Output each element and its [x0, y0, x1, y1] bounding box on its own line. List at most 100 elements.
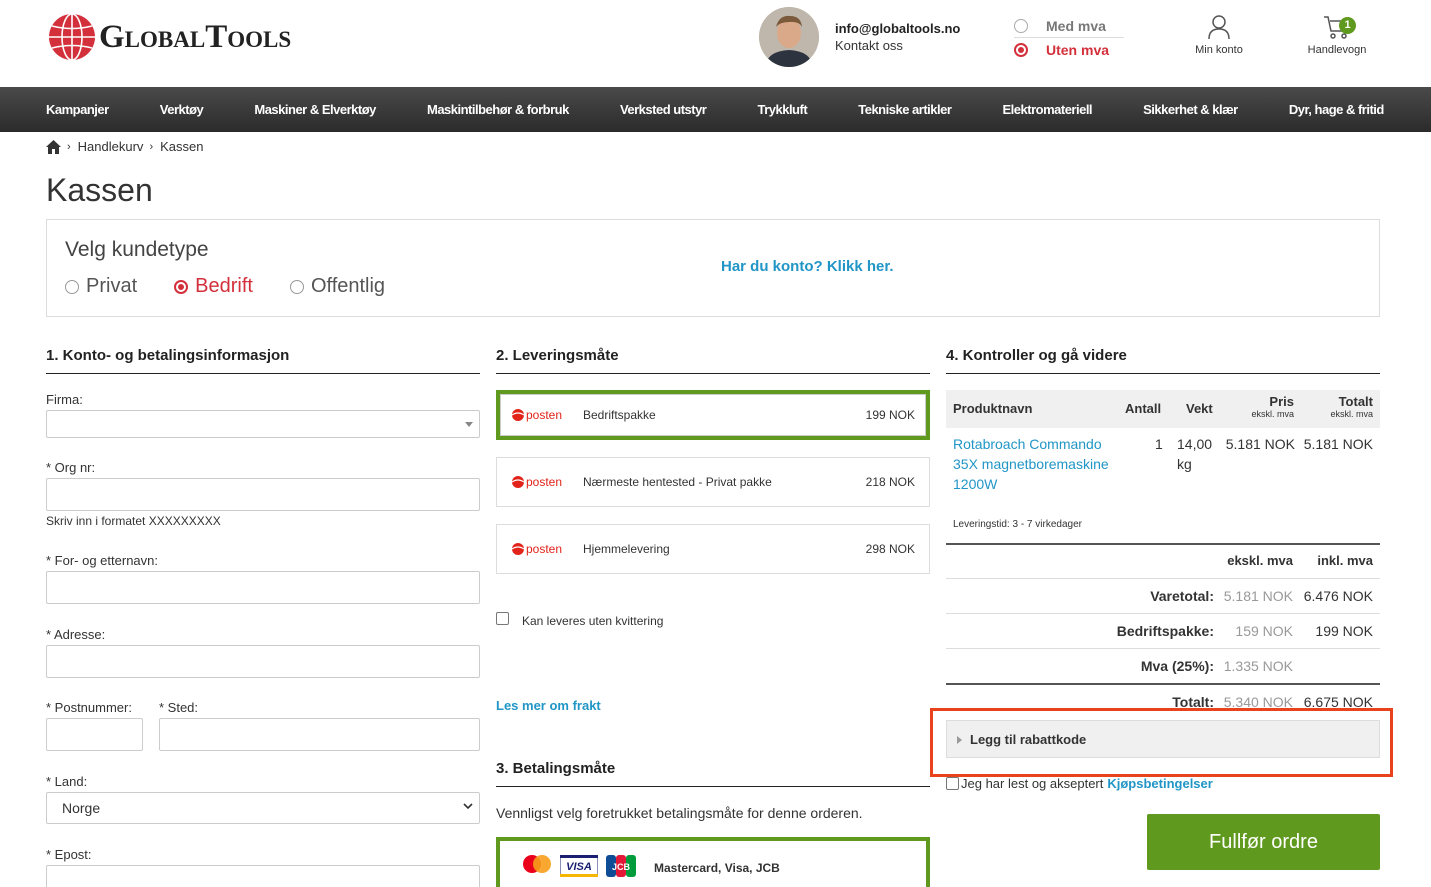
product-weight: 14,00 kg: [1177, 436, 1213, 472]
chevron-down-icon: [463, 803, 473, 810]
postnr-label: * Postnummer:: [46, 700, 132, 715]
chevron-right-icon: ›: [149, 140, 154, 153]
globaltools-logo[interactable]: GlobalTools: [47, 12, 291, 62]
product-qty: 1: [1155, 436, 1163, 452]
page-title: Kassen: [46, 172, 153, 208]
address-label: * Adresse:: [46, 627, 106, 642]
contact-info[interactable]: info@globaltools.no Kontakt oss: [835, 20, 960, 54]
logo-text: GlobalTools: [99, 18, 292, 55]
main-nav: Kampanjer Verktøy Maskiner & Elverktøy M…: [0, 87, 1431, 132]
nav-item-trykkluft[interactable]: Trykkluft: [757, 102, 807, 117]
posten-logo: posten: [511, 541, 565, 557]
globe-icon: [49, 13, 95, 61]
sted-input[interactable]: [159, 718, 480, 751]
customer-type-bedrift[interactable]: Bedrift: [174, 275, 253, 298]
contact-email[interactable]: info@globaltools.no: [835, 20, 960, 37]
firma-label: Firma:: [46, 392, 83, 407]
product-price: 5.181 NOK: [1225, 436, 1295, 452]
delivery-time: Leveringstid: 3 - 7 virkedager: [953, 519, 1082, 530]
payment-description: Vennligst velg foretrukket betalingsmåte…: [496, 805, 863, 821]
nav-item-dyr[interactable]: Dyr, hage & fritid: [1289, 102, 1385, 117]
nav-item-maskiner[interactable]: Maskiner & Elverktøy: [254, 102, 376, 117]
radio-icon[interactable]: [65, 279, 79, 294]
payment-option-cards[interactable]: VISA JCB Mastercard, Visa, JCB: [496, 837, 930, 887]
mastercard-icon: [523, 855, 551, 873]
no-receipt-label[interactable]: Kan leveres uten kvittering: [522, 614, 663, 628]
land-select[interactable]: Norge: [46, 792, 480, 824]
section-2-title: 2. Leveringsmåte: [496, 347, 930, 374]
order-table-header: Produktnavn Antall Vekt Pris ekskl. mva …: [946, 390, 1380, 428]
customer-type-options: Privat Bedrift Offentlig: [65, 275, 422, 298]
divider: [946, 683, 1380, 685]
highlight-box: [930, 708, 1393, 777]
shipping-option-hjemmelevering[interactable]: posten Hjemmelevering 298 NOK: [496, 524, 930, 574]
breadcrumb: › Handlekurv › Kassen: [46, 139, 203, 154]
section-3-title: 3. Betalingsmåte: [496, 760, 930, 787]
home-icon[interactable]: [46, 139, 61, 154]
section-4-title: 4. Kontroller og gå videre: [946, 347, 1380, 374]
svg-text:VISA: VISA: [566, 861, 592, 873]
orgnr-hint: Skriv inn i formatet XXXXXXXXX: [46, 514, 221, 528]
divider: [946, 648, 1380, 649]
radio-icon[interactable]: [289, 279, 304, 294]
visa-icon: VISA: [560, 855, 598, 877]
contact-link[interactable]: Kontakt oss: [835, 37, 960, 54]
radio-icon[interactable]: [1014, 18, 1028, 33]
shipping-info-link[interactable]: Les mer om frakt: [496, 698, 601, 713]
cart-count-badge: 1: [1339, 17, 1356, 34]
totals-row-total: Totalt: 5.340 NOK 6.675 NOK: [1172, 694, 1373, 708]
radio-selected-icon[interactable]: [1014, 43, 1028, 57]
no-receipt-checkbox[interactable]: [496, 612, 509, 625]
email-input[interactable]: [46, 865, 480, 887]
login-link[interactable]: Har du konto? Klikk her.: [721, 258, 894, 275]
site-header: GlobalTools info@globaltools.no Kontakt …: [0, 0, 1431, 87]
shipping-option-bedriftspakke[interactable]: posten Bedriftspakke 199 NOK: [496, 390, 930, 440]
nav-item-verktoy[interactable]: Verktøy: [160, 102, 204, 117]
customer-type-offentlig[interactable]: Offentlig: [289, 275, 385, 298]
jcb-icon: JCB: [606, 855, 636, 877]
customer-type-privat[interactable]: Privat: [65, 275, 137, 298]
terms-row: Jeg har lest og akseptert Kjøpsbetingels…: [946, 776, 1213, 791]
chevron-right-icon: ›: [67, 140, 71, 153]
nav-item-tekniske[interactable]: Tekniske artikler: [858, 102, 952, 117]
nav-item-kampanjer[interactable]: Kampanjer: [46, 102, 109, 117]
name-label: * For- og etternavn:: [46, 553, 158, 568]
name-input[interactable]: [46, 571, 480, 604]
nav-item-elektro[interactable]: Elektromateriell: [1003, 102, 1093, 117]
divider: [946, 613, 1380, 614]
vat-option-uten-mva[interactable]: Uten mva: [1014, 38, 1124, 62]
cart-button[interactable]: Handlevogn 1: [1302, 14, 1372, 56]
customer-type-box: Velg kundetype Privat Bedrift Offentlig …: [46, 219, 1380, 317]
product-total: 5.181 NOK: [1303, 436, 1373, 452]
nav-item-verksted[interactable]: Verksted utstyr: [620, 102, 707, 117]
nav-item-sikkerhet[interactable]: Sikkerhet & klær: [1143, 102, 1238, 117]
customer-type-title: Velg kundetype: [65, 238, 209, 261]
posten-logo: posten: [511, 407, 565, 423]
land-label: * Land:: [46, 774, 88, 789]
orgnr-input[interactable]: [46, 478, 480, 511]
radio-selected-icon[interactable]: [174, 279, 189, 294]
svg-text:JCB: JCB: [612, 862, 631, 872]
address-input[interactable]: [46, 645, 480, 678]
breadcrumb-handlekurv[interactable]: Handlekurv: [78, 139, 144, 154]
contact-avatar: [759, 7, 819, 67]
section-1-title: 1. Konto- og betalingsinformasjon: [46, 347, 480, 374]
product-link[interactable]: Rotabroach Commando 35X magnetboremaskin…: [953, 434, 1113, 494]
complete-order-button[interactable]: Fullfør ordre: [1147, 814, 1380, 870]
user-icon: [1208, 15, 1230, 40]
terms-checkbox[interactable]: [946, 777, 959, 790]
firma-select[interactable]: [46, 410, 480, 438]
divider: [946, 543, 1380, 545]
nav-item-maskintilbehor[interactable]: Maskintilbehør & forbruk: [427, 102, 569, 117]
shipping-option-hentested[interactable]: posten Nærmeste hentested - Privat pakke…: [496, 457, 930, 507]
divider: [946, 578, 1380, 579]
my-account-button[interactable]: Min konto: [1188, 14, 1250, 56]
orgnr-label: * Org nr:: [46, 460, 96, 475]
email-label: * Epost:: [46, 847, 92, 862]
vat-toggle: Med mva Uten mva: [1014, 14, 1124, 62]
vat-option-med-mva[interactable]: Med mva: [1014, 14, 1124, 38]
terms-link[interactable]: Kjøpsbetingelser: [1107, 776, 1212, 791]
caret-down-icon: [465, 422, 473, 427]
postnr-input[interactable]: [46, 718, 143, 751]
breadcrumb-kassen: Kassen: [160, 139, 204, 154]
